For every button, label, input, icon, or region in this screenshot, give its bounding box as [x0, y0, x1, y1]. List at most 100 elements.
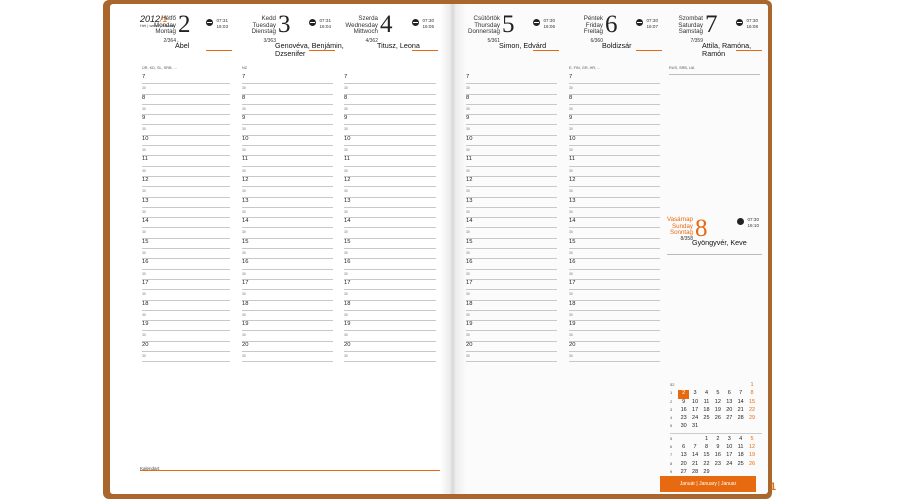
half-hour-row[interactable]: 30 — [569, 146, 660, 157]
hour-row[interactable]: 11 — [466, 156, 557, 167]
calendar-day[interactable]: 12 — [746, 444, 757, 452]
calendar-day[interactable]: 19 — [712, 407, 723, 415]
half-hour-row[interactable]: 30 — [466, 167, 557, 177]
calendar-day[interactable]: 3 — [689, 390, 700, 398]
hour-row[interactable]: 10 — [344, 136, 436, 147]
calendar-day[interactable]: 5 — [712, 390, 723, 398]
half-hour-row[interactable]: 30 — [466, 331, 557, 342]
hour-row[interactable]: 8 — [569, 95, 660, 105]
hour-row[interactable]: 8 — [344, 95, 436, 105]
calendar-day[interactable]: 9 — [678, 399, 689, 407]
hour-row[interactable]: 10 — [466, 136, 557, 147]
half-hour-row[interactable]: 30 — [466, 311, 557, 322]
hour-row[interactable]: 7 — [569, 74, 660, 85]
calendar-day[interactable]: 11 — [701, 399, 712, 407]
calendar-day[interactable]: 27 — [724, 415, 735, 423]
half-hour-row[interactable]: 30 — [569, 331, 660, 342]
hour-row[interactable]: 18 — [569, 301, 660, 311]
calendar-day[interactable]: 6 — [678, 444, 689, 452]
calendar-day[interactable]: 18 — [735, 452, 746, 460]
half-hour-row[interactable]: 30 — [344, 146, 436, 157]
calendar-day[interactable]: 25 — [735, 461, 746, 469]
calendar-day[interactable]: 14 — [689, 452, 700, 460]
hour-row[interactable]: 9 — [344, 115, 436, 126]
half-hour-row[interactable]: 30 — [344, 167, 436, 177]
half-hour-row[interactable]: 30 — [569, 228, 660, 239]
hour-row[interactable]: 11 — [569, 156, 660, 167]
hour-row[interactable]: 16 — [569, 259, 660, 270]
half-hour-row[interactable]: 30 — [242, 125, 333, 136]
half-hour-row[interactable]: 30 — [466, 125, 557, 136]
hour-row[interactable]: 19 — [569, 321, 660, 332]
calendar-day[interactable]: 17 — [689, 407, 700, 415]
hour-row[interactable]: 16 — [466, 259, 557, 270]
hour-row[interactable]: 11 — [142, 156, 230, 167]
hour-row[interactable]: 17 — [344, 280, 436, 291]
half-hour-row[interactable]: 30 — [466, 105, 557, 116]
hour-row[interactable]: 16 — [344, 259, 436, 270]
calendar-day[interactable]: 12 — [712, 399, 723, 407]
calendar-day[interactable]: 3 — [724, 436, 735, 444]
half-hour-row[interactable]: 30 — [569, 249, 660, 260]
calendar-day[interactable]: 13 — [724, 399, 735, 407]
half-hour-row[interactable]: 30 — [142, 84, 230, 95]
hour-row[interactable]: 16 — [242, 259, 333, 270]
hour-row[interactable]: 20 — [242, 342, 333, 353]
calendar-day[interactable]: 6 — [724, 390, 735, 398]
hour-row[interactable]: 12 — [344, 177, 436, 188]
calendar-day[interactable]: 10 — [689, 399, 700, 407]
calendar-day[interactable]: 24 — [724, 461, 735, 469]
hour-row[interactable]: 14 — [142, 218, 230, 229]
half-hour-row[interactable]: 30 — [569, 84, 660, 95]
hour-row[interactable]: 17 — [569, 280, 660, 291]
hour-row[interactable]: 8 — [142, 95, 230, 105]
half-hour-row[interactable]: 30 — [142, 125, 230, 136]
calendar-day[interactable]: 5 — [746, 436, 757, 444]
hour-row[interactable]: 20 — [466, 342, 557, 353]
calendar-day[interactable]: 7 — [689, 444, 700, 452]
calendar-day[interactable]: 8 — [701, 444, 712, 452]
hour-row[interactable]: 20 — [344, 342, 436, 353]
hour-row[interactable]: 15 — [344, 239, 436, 250]
calendar-day[interactable]: 29 — [746, 415, 757, 423]
hour-row[interactable]: 12 — [569, 177, 660, 188]
hour-row[interactable]: 17 — [142, 280, 230, 291]
calendar-day[interactable]: 21 — [689, 461, 700, 469]
hour-row[interactable]: 15 — [242, 239, 333, 250]
hour-row[interactable]: 19 — [142, 321, 230, 332]
half-hour-row[interactable]: 30 — [466, 146, 557, 157]
hour-row[interactable]: 15 — [142, 239, 230, 250]
hour-row[interactable]: 13 — [466, 198, 557, 208]
half-hour-row[interactable]: 30 — [466, 208, 557, 219]
half-hour-row[interactable]: 30 — [466, 270, 557, 280]
half-hour-row[interactable]: 30 — [466, 187, 557, 198]
half-hour-row[interactable]: 30 — [569, 290, 660, 301]
calendar-day[interactable]: 25 — [701, 415, 712, 423]
half-hour-row[interactable]: 30 — [344, 228, 436, 239]
half-hour-row[interactable]: 30 — [344, 105, 436, 116]
calendar-day[interactable]: 22 — [746, 407, 757, 415]
hour-row[interactable]: 11 — [242, 156, 333, 167]
calendar-day[interactable]: 2 — [712, 436, 723, 444]
hour-row[interactable]: 13 — [344, 198, 436, 208]
calendar-day[interactable]: 10 — [724, 444, 735, 452]
hour-row[interactable]: 17 — [242, 280, 333, 291]
half-hour-row[interactable]: 30 — [344, 331, 436, 342]
hour-row[interactable]: 17 — [466, 280, 557, 291]
half-hour-row[interactable]: 30 — [242, 270, 333, 280]
hour-row[interactable]: 15 — [466, 239, 557, 250]
half-hour-row[interactable]: 30 — [142, 249, 230, 260]
hour-row[interactable]: 18 — [142, 301, 230, 311]
calendar-day[interactable]: 15 — [701, 452, 712, 460]
hour-row[interactable]: 19 — [466, 321, 557, 332]
hour-row[interactable]: 15 — [569, 239, 660, 250]
half-hour-row[interactable]: 30 — [569, 311, 660, 322]
calendar-day[interactable]: 11 — [735, 444, 746, 452]
half-hour-row[interactable]: 30 — [466, 249, 557, 260]
hour-row[interactable]: 7 — [242, 74, 333, 85]
hour-row[interactable]: 12 — [466, 177, 557, 188]
half-hour-row[interactable]: 30 — [142, 228, 230, 239]
hour-row[interactable]: 8 — [466, 95, 557, 105]
hour-row[interactable]: 10 — [242, 136, 333, 147]
calendar-day[interactable]: 23 — [712, 461, 723, 469]
